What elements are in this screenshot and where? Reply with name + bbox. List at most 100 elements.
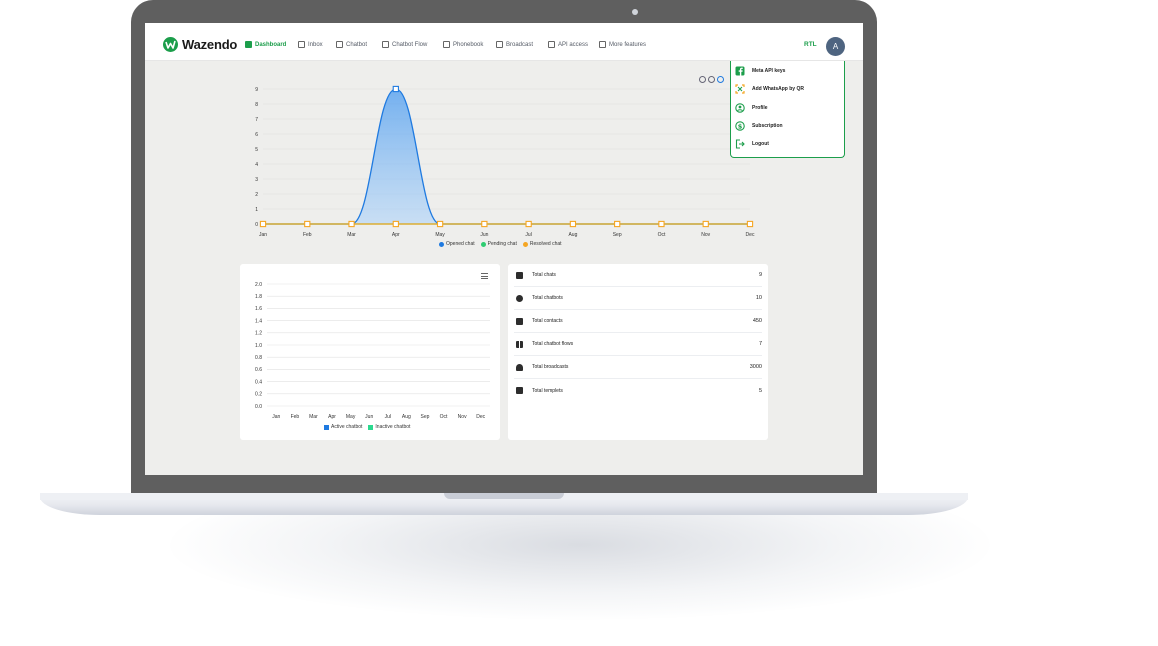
data-point-marker (702, 220, 709, 228)
dropdown-label: Add WhatsApp by QR (752, 86, 804, 92)
nav-label: More features (609, 41, 647, 48)
legend-label: Resolved chat (529, 241, 562, 247)
app-screen: Wazendo Dashboard Inbox Chatbot Chatbot … (145, 23, 863, 475)
y-tick-label: 1.8 (255, 294, 262, 300)
nav-label: Chatbot (346, 41, 368, 48)
y-tick-label: 2.0 (255, 282, 262, 288)
y-tick-label: 1 (255, 207, 258, 213)
logout-icon (735, 139, 745, 149)
chat-icon (516, 271, 523, 279)
brand-name: Wazendo (182, 37, 238, 52)
data-point-marker (348, 220, 355, 228)
nav-chatbot-flow[interactable]: Chatbot Flow (382, 41, 427, 48)
legend-label: Pending chat (487, 241, 517, 247)
chatbot-chart-card: 0.0 0.2 0.4 0.6 0.8 1.0 1.2 1.4 1.6 1.8 2.0 Jan Feb M… (240, 264, 500, 440)
nav-broadcast[interactable]: Broadcast (496, 41, 533, 48)
x-tick-label: Jan (272, 414, 280, 420)
dropdown-item-logout[interactable]: Logout (735, 139, 769, 149)
x-tick-label: Jan (259, 232, 267, 238)
facebook-icon (735, 66, 745, 76)
y-tick-label: 4 (255, 162, 258, 168)
stat-value: 9 (758, 272, 762, 278)
dollar-icon: $ (735, 121, 745, 131)
x-tick-label: Aug (402, 414, 411, 420)
data-point-marker (392, 85, 399, 93)
nav-label: Chatbot Flow (392, 41, 428, 48)
legend-item-pending[interactable]: Pending chat (480, 241, 517, 247)
flow-icon (516, 340, 523, 348)
stat-label: Total chatbots (532, 295, 563, 301)
stat-label: Total broadcasts (532, 364, 569, 370)
x-tick-label: Jun (365, 414, 373, 420)
x-tick-label: Jun (480, 232, 488, 238)
more-icon (599, 41, 606, 48)
dropdown-label: Subscription (752, 123, 783, 129)
x-tick-label: Oct (440, 414, 448, 420)
y-tick-label: 0 (255, 222, 258, 228)
data-point-marker (569, 220, 577, 228)
x-tick-label: Feb (303, 232, 312, 238)
y-tick-label: 0.8 (255, 355, 262, 361)
stat-row: Total broadcasts 3000 (514, 356, 762, 379)
nav-api-access[interactable]: API access (548, 41, 588, 48)
dropdown-item-meta-api-keys[interactable]: Meta API keys (735, 66, 785, 76)
brand[interactable]: Wazendo (163, 37, 237, 52)
stat-value: 450 (752, 318, 762, 324)
camera-dot (632, 9, 638, 15)
nav-more-features[interactable]: More features (599, 41, 646, 48)
nav-label: Inbox (308, 41, 323, 48)
dropdown-item-profile[interactable]: Profile (735, 103, 768, 113)
broadcast-icon (496, 41, 503, 48)
stat-value: 10 (755, 295, 762, 301)
avatar[interactable]: A (826, 37, 845, 56)
y-tick-label: 0.2 (255, 392, 262, 398)
dropdown-label: Profile (752, 105, 768, 111)
y-tick-label: 8 (255, 102, 258, 108)
x-tick-label: Nov (458, 414, 467, 420)
data-point-marker (525, 220, 532, 228)
dashboard-icon (245, 41, 252, 48)
x-tick-label: Mar (347, 232, 356, 238)
stat-row: Total chatbot flows 7 (514, 333, 762, 356)
y-tick-label: 1.2 (255, 331, 262, 337)
rtl-toggle[interactable]: RTL (804, 41, 817, 48)
y-tick-label: 6 (255, 132, 258, 138)
legend-inactive-square-icon (368, 424, 374, 430)
y-tick-label: 0.6 (255, 367, 262, 373)
x-tick-label: Apr (392, 232, 400, 238)
nav-inbox[interactable]: Inbox (298, 41, 323, 48)
legend-active-square-icon (324, 424, 329, 430)
y-tick-label: 1.0 (255, 343, 262, 349)
stat-value: 7 (758, 341, 762, 347)
data-point-marker (259, 220, 267, 228)
stat-value: 3000 (749, 364, 762, 370)
legend-item-resolved[interactable]: Resolved chat (522, 241, 562, 247)
legend-item-opened[interactable]: Opened chat (439, 241, 475, 247)
nav-dashboard[interactable]: Dashboard (245, 41, 286, 48)
legend-item-inactive[interactable]: Inactive chatbot (368, 424, 410, 430)
laptop-mockup: Wazendo Dashboard Inbox Chatbot Chatbot … (0, 0, 1158, 646)
nav-chatbot[interactable]: Chatbot (336, 41, 367, 48)
dropdown-item-add-whatsapp-qr[interactable]: Add WhatsApp by QR (735, 84, 804, 94)
x-tick-label: Dec (746, 232, 755, 238)
user-circle-icon (735, 103, 745, 113)
legend-item-active[interactable]: Active chatbot (324, 424, 362, 430)
stat-label: Total contacts (532, 318, 563, 324)
x-tick-label: Sep (421, 414, 430, 420)
data-point-marker (304, 220, 311, 228)
data-point-marker (746, 220, 754, 228)
series-area-opened (263, 89, 750, 224)
x-tick-label: Mar (309, 414, 318, 420)
series-line-opened-chat (263, 88, 750, 225)
x-tick-label: Oct (658, 232, 666, 238)
data-point-marker (392, 220, 399, 228)
nav-phonebook[interactable]: Phonebook (443, 41, 483, 48)
y-tick-label: 3 (255, 177, 258, 183)
data-point-marker (436, 220, 444, 228)
data-point-marker (481, 220, 488, 228)
inbox-icon (298, 41, 305, 48)
legend-label: Inactive chatbot (375, 424, 411, 430)
dropdown-item-subscription[interactable]: $ Subscription (735, 121, 783, 131)
x-tick-label: Apr (328, 414, 336, 420)
y-tick-label: 5 (255, 147, 258, 153)
